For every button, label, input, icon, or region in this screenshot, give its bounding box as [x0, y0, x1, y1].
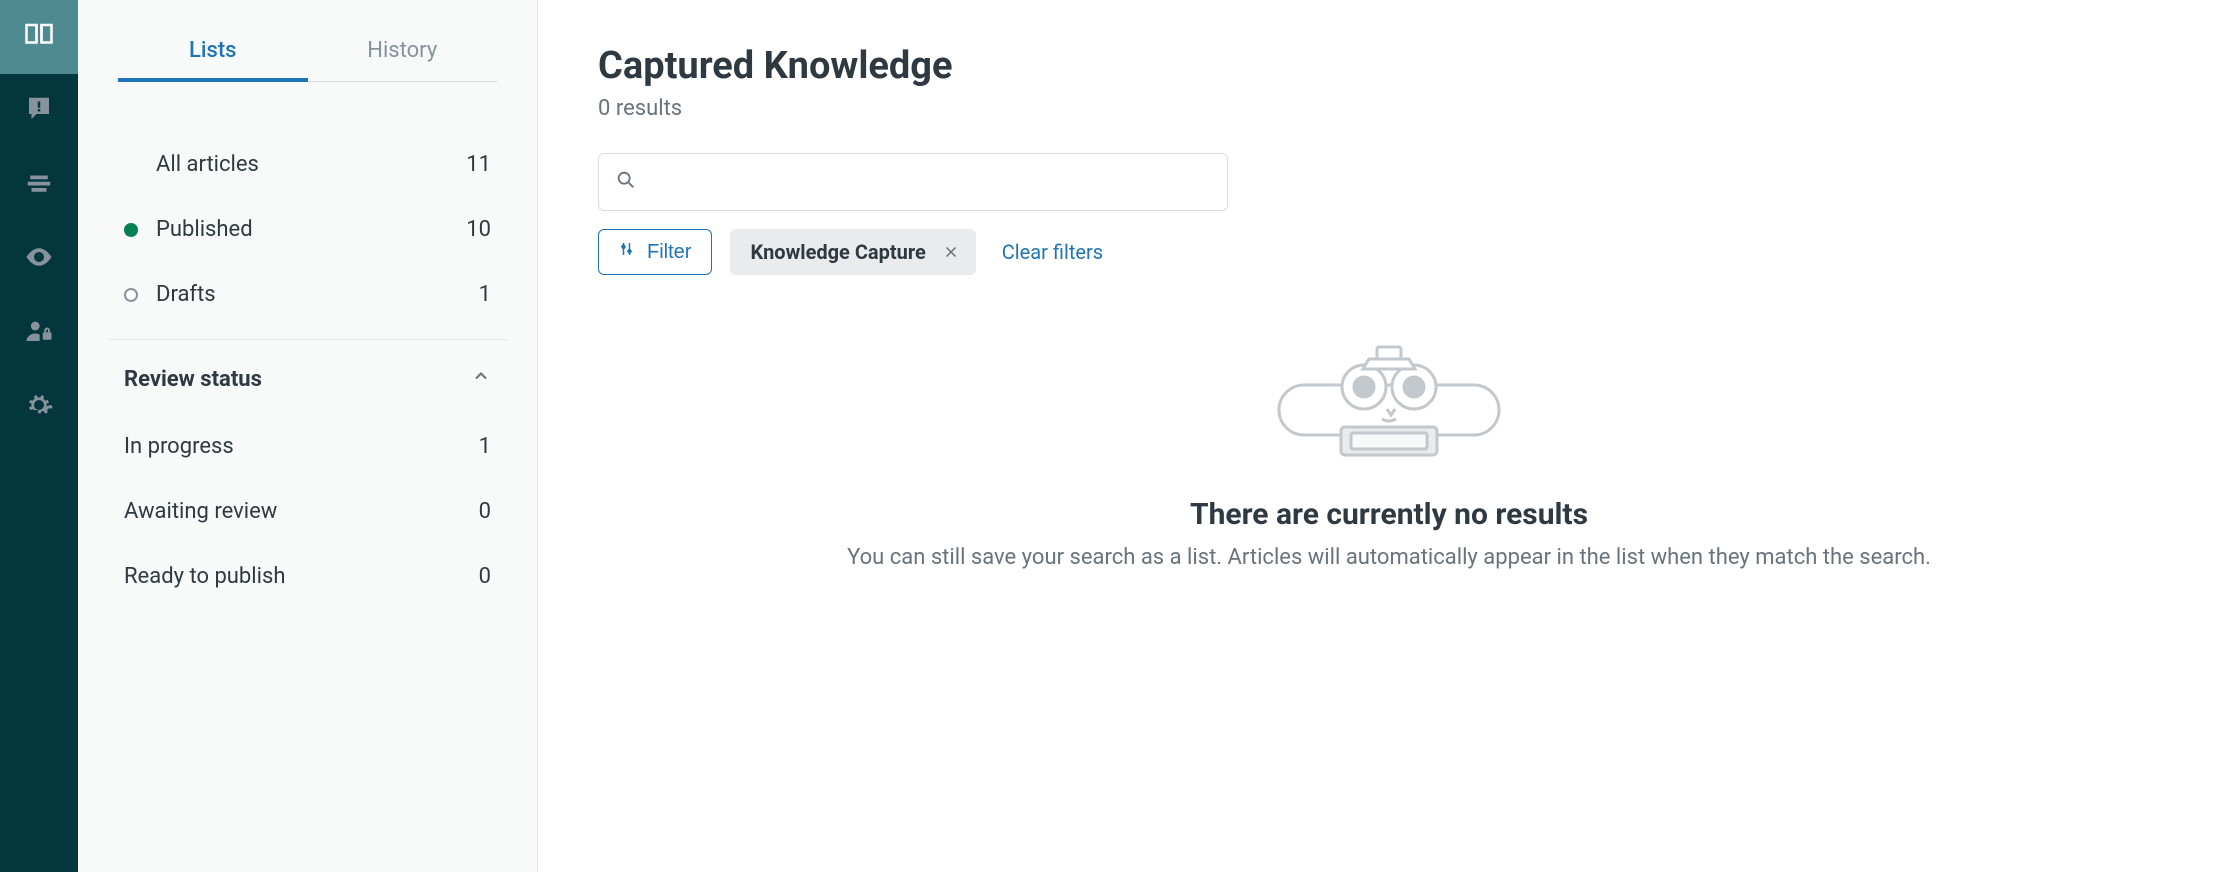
sidebar-tabs: Lists History	[118, 24, 497, 82]
empty-state-subtitle: You can still save your search as a list…	[598, 542, 2180, 574]
rail-item-knowledge[interactable]	[0, 0, 78, 74]
search-input[interactable]	[651, 171, 1211, 194]
sidebar-item-label: All articles	[156, 152, 466, 177]
sidebar-review-section: Review status In progress 1 Awaiting rev…	[108, 339, 507, 609]
sidebar: Lists History All articles 11 Published …	[78, 0, 538, 872]
sidebar-item-count: 11	[466, 152, 491, 177]
sidebar-item-drafts[interactable]: Drafts 1	[108, 262, 507, 327]
sidebar-item-awaiting-review[interactable]: Awaiting review 0	[108, 479, 507, 544]
sidebar-item-label: Published	[156, 217, 466, 242]
sidebar-item-all-articles[interactable]: All articles 11	[108, 132, 507, 197]
rail-item-settings[interactable]	[0, 370, 78, 444]
filter-row: Filter Knowledge Capture Clear filters	[598, 229, 2180, 275]
tab-lists[interactable]: Lists	[118, 24, 308, 81]
dot-green-icon	[124, 223, 138, 237]
sidebar-item-in-progress[interactable]: In progress 1	[108, 414, 507, 479]
chat-alert-icon	[24, 94, 54, 128]
rail-item-views[interactable]	[0, 222, 78, 296]
sidebar-item-published[interactable]: Published 10	[108, 197, 507, 262]
empty-state: There are currently no results You can s…	[598, 335, 2180, 574]
tab-label: History	[367, 38, 437, 63]
book-open-icon	[24, 20, 54, 54]
rail-item-user-lock[interactable]	[0, 296, 78, 370]
clear-filters-link[interactable]: Clear filters	[1002, 240, 1103, 264]
sidebar-item-label: Ready to publish	[124, 564, 479, 589]
user-lock-icon	[24, 316, 54, 350]
sidebar-item-count: 0	[479, 564, 491, 589]
search-icon	[615, 169, 637, 195]
chevron-up-icon	[471, 366, 491, 392]
sidebar-item-label: Awaiting review	[124, 499, 479, 524]
sidebar-item-label: In progress	[124, 434, 479, 459]
empty-illustration	[598, 335, 2180, 475]
search-box[interactable]	[598, 153, 1228, 211]
bars-icon	[24, 168, 54, 202]
sidebar-list-articles: All articles 11 Published 10 Drafts 1	[78, 132, 537, 327]
section-header-label: Review status	[124, 367, 471, 392]
rail-item-alerts[interactable]	[0, 74, 78, 148]
filter-chip-knowledge-capture[interactable]: Knowledge Capture	[730, 229, 975, 275]
sidebar-item-count: 0	[479, 499, 491, 524]
review-status-header[interactable]: Review status	[108, 344, 507, 414]
results-count: 0 results	[598, 96, 2180, 121]
sidebar-item-ready-publish[interactable]: Ready to publish 0	[108, 544, 507, 609]
filter-button[interactable]: Filter	[598, 229, 712, 275]
sidebar-item-count: 1	[479, 282, 491, 307]
chip-label: Knowledge Capture	[750, 240, 925, 264]
eye-icon	[24, 242, 54, 276]
sidebar-item-count: 10	[466, 217, 491, 242]
sidebar-item-label: Drafts	[156, 282, 479, 307]
dot-hollow-icon	[124, 288, 138, 302]
gear-icon	[24, 390, 54, 424]
close-icon[interactable]	[942, 243, 960, 261]
filter-button-label: Filter	[647, 241, 691, 264]
sidebar-item-count: 1	[479, 434, 491, 459]
main-content: Captured Knowledge 0 results Filter Know…	[538, 0, 2240, 872]
sliders-icon	[619, 240, 637, 264]
empty-state-title: There are currently no results	[598, 497, 2180, 532]
tab-label: Lists	[189, 38, 236, 63]
page-title: Captured Knowledge	[598, 44, 2180, 88]
nav-rail	[0, 0, 78, 872]
rail-item-lines[interactable]	[0, 148, 78, 222]
tab-history[interactable]: History	[308, 24, 498, 81]
